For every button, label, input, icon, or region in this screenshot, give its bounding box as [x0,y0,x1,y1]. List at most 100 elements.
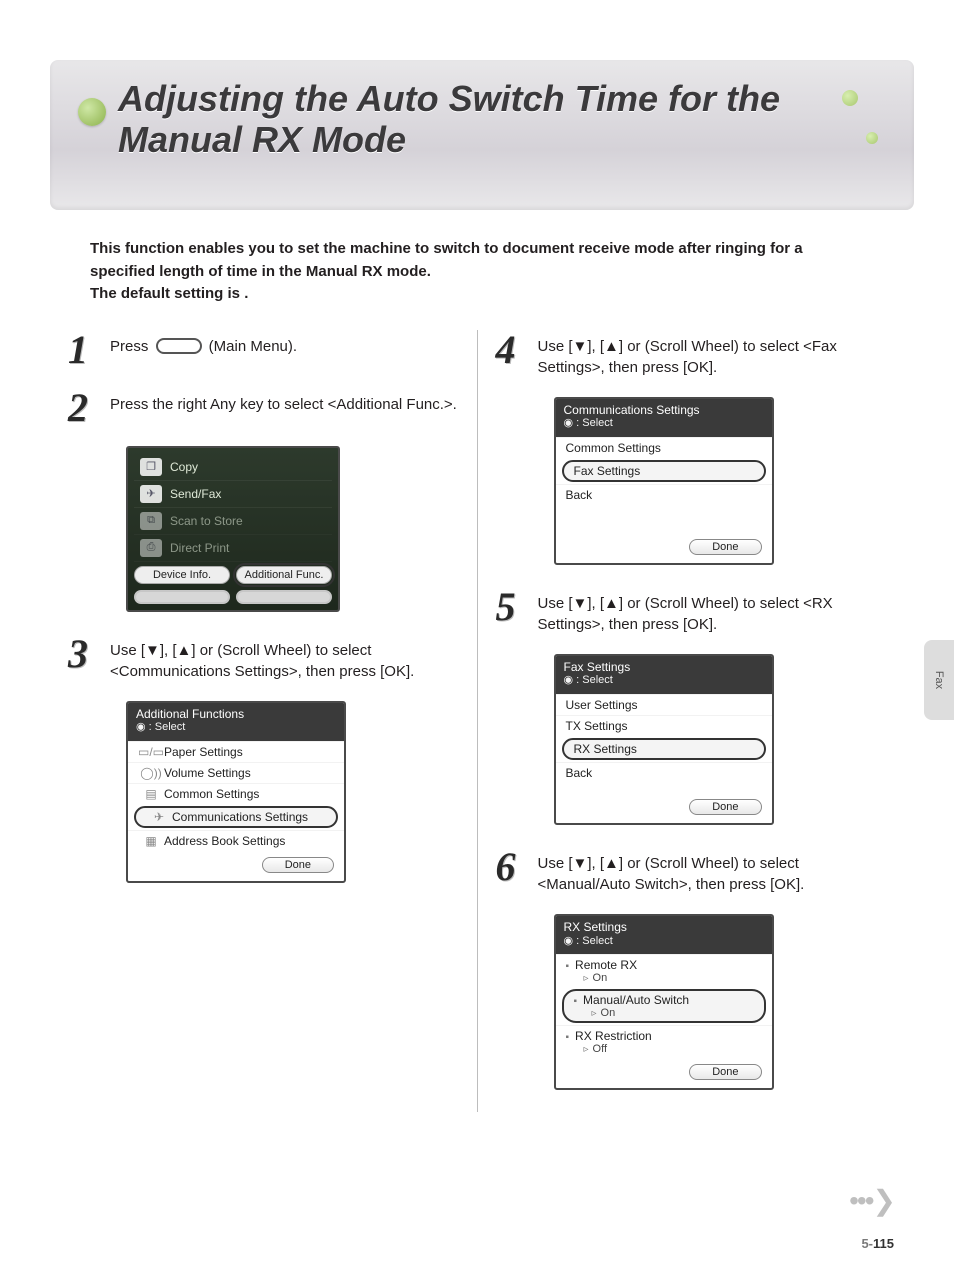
header-accent-dot-icon [842,90,858,106]
list-item-label: Manual/Auto Switch [574,993,754,1007]
lcd-subtitle: ◉ : Select [564,674,764,687]
copy-icon: ❐ [140,458,162,476]
step-text-fragment: Press [110,338,153,355]
menu-item-label: Send/Fax [170,487,221,501]
header-accent-dot-icon [866,132,878,144]
done-button: Done [689,539,761,555]
list-item-label: Paper Settings [164,745,243,759]
scan-icon: ⧉ [140,512,162,530]
paper-settings-icon: ▭/▭ [138,745,164,759]
step-3: 3 Use [▼], [▲] or (Scroll Wheel) to sele… [68,634,459,684]
figure-additional-functions: Additional Functions ◉ : Select ▭/▭Paper… [126,701,346,883]
menu-item-label: Direct Print [170,541,229,555]
list-item: Back [556,762,772,783]
step-number: 6 [496,847,538,887]
list-item: Common Settings [556,437,772,458]
done-button: Done [262,857,334,873]
lcd-title: RX Settings [564,920,764,934]
list-item-selected: ✈Communications Settings [134,806,338,828]
list-item: ▭/▭Paper Settings [128,741,344,762]
figure-fax-settings: Fax Settings ◉ : Select User Settings TX… [554,654,774,825]
address-book-icon: ▦ [138,834,164,848]
list-item-selected: Manual/Auto Switch On [562,989,766,1023]
lcd-titlebar: Additional Functions ◉ : Select [128,703,344,741]
menu-item-scan-to-store: ⧉ Scan to Store [134,508,332,535]
list-item-label: Common Settings [164,787,259,801]
figure-communications-settings: Communications Settings ◉ : Select Commo… [554,397,774,565]
step-5: 5 Use [▼], [▲] or (Scroll Wheel) to sele… [496,587,887,637]
lcd-title: Additional Functions [136,707,336,721]
lcd-title: Communications Settings [564,403,764,417]
comm-settings-icon: ✈ [146,810,172,824]
list-item: Remote RX On [556,954,772,987]
list-item-label: Volume Settings [164,766,251,780]
intro-text: This function enables you to set the mac… [90,238,864,306]
softkey-additional-func: Additional Func. [236,566,332,584]
step-number: 1 [68,330,110,370]
lcd-subtitle: ◉ : Select [564,417,764,430]
menu-item-send-fax: ✈ Send/Fax [134,481,332,508]
print-icon: ⎙ [140,539,162,557]
list-item: RX Restriction Off [556,1025,772,1058]
step-number: 4 [496,330,538,370]
step-text: Use [▼], [▲] or (Scroll Wheel) to select… [538,330,887,380]
menu-item-copy: ❐ Copy [134,454,332,481]
step-text: Use [▼], [▲] or (Scroll Wheel) to select… [538,847,887,897]
lcd-subtitle: ◉ : Select [564,935,764,948]
list-item-label: RX Restriction [566,1029,762,1043]
step-text: Press (Main Menu). [110,330,459,358]
send-fax-icon: ✈ [140,485,162,503]
step-number: 2 [68,388,110,428]
volume-icon: ◯)) [138,766,164,780]
menu-item-direct-print: ⎙ Direct Print [134,535,332,562]
page-title: Adjusting the Auto Switch Time for the M… [118,78,824,161]
step-number: 5 [496,587,538,627]
lcd-titlebar: RX Settings ◉ : Select [556,916,772,954]
side-tab-fax: Fax [924,640,954,720]
figure-main-menu: ❐ Copy ✈ Send/Fax ⧉ Scan to Store ⎙ Dire… [126,446,340,612]
list-item: ◯))Volume Settings [128,762,344,783]
any-key-right-icon [236,590,332,604]
lcd-title: Fax Settings [564,660,764,674]
list-item-label: Communications Settings [172,810,308,824]
lcd-titlebar: Communications Settings ◉ : Select [556,399,772,437]
section-number: 5- [861,1236,873,1251]
common-settings-icon: ▤ [138,787,164,801]
step-2: 2 Press the right Any key to select <Add… [68,388,459,428]
list-item: Back [556,484,772,505]
list-item-selected: Fax Settings [562,460,766,482]
step-number: 3 [68,634,110,674]
lcd-subtitle: ◉ : Select [136,721,336,734]
header-bullet-icon [78,98,106,126]
side-tab-label: Fax [933,671,945,689]
done-button: Done [689,1064,761,1080]
list-item: ▤Common Settings [128,783,344,804]
softkey-device-info: Device Info. [134,566,230,584]
list-item-label: Remote RX [566,958,762,972]
list-item-label: Address Book Settings [164,834,285,848]
step-text: Use [▼], [▲] or (Scroll Wheel) to select… [110,634,459,684]
step-6: 6 Use [▼], [▲] or (Scroll Wheel) to sele… [496,847,887,897]
list-item-value: On [574,1007,754,1019]
page-number: 5-115 [861,1236,894,1251]
any-key-left-icon [134,590,230,604]
list-item: TX Settings [556,715,772,736]
step-text: Use [▼], [▲] or (Scroll Wheel) to select… [538,587,887,637]
page-number-value: 115 [873,1236,894,1251]
step-4: 4 Use [▼], [▲] or (Scroll Wheel) to sele… [496,330,887,380]
list-item: ▦Address Book Settings [128,830,344,851]
lcd-titlebar: Fax Settings ◉ : Select [556,656,772,694]
page-header: Adjusting the Auto Switch Time for the M… [50,60,914,210]
list-item-value: Off [566,1043,762,1055]
done-button: Done [689,799,761,815]
step-text: Press the right Any key to select <Addit… [110,388,459,416]
step-1: 1 Press (Main Menu). [68,330,459,370]
list-item-selected: RX Settings [562,738,766,760]
continue-arrow-icon: •••❯ [849,1184,894,1217]
step-text-fragment: (Main Menu). [205,338,298,355]
figure-rx-settings: RX Settings ◉ : Select Remote RX On Manu… [554,914,774,1090]
list-item-value: On [566,972,762,984]
main-menu-button-icon [156,338,202,354]
list-item: User Settings [556,694,772,715]
menu-item-label: Copy [170,460,198,474]
